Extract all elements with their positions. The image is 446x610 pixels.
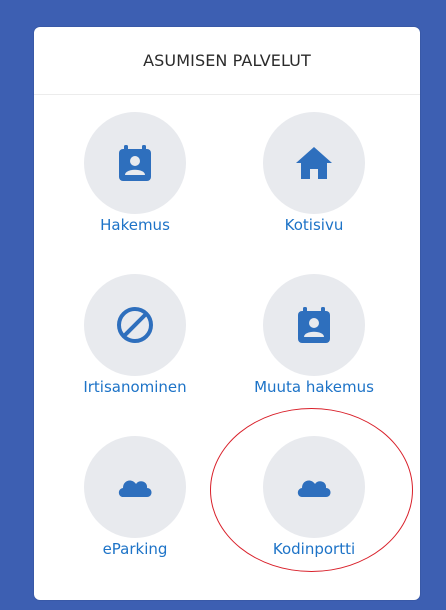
tile-irtisanominen[interactable]: Irtisanominen: [55, 274, 215, 404]
tile-kotisivu[interactable]: Kotisivu: [234, 112, 394, 242]
tile-label: Hakemus: [100, 216, 170, 234]
prohibited-icon: [117, 307, 153, 343]
calendar-user-icon: [298, 307, 330, 343]
tile-label: Irtisanominen: [83, 378, 187, 396]
card-title: ASUMISEN PALVELUT: [143, 51, 311, 70]
icon-circle: [263, 112, 365, 214]
icon-circle: [84, 112, 186, 214]
cloud-icon: [297, 480, 331, 497]
icon-circle: [84, 436, 186, 538]
tile-eparking[interactable]: eParking: [55, 436, 215, 566]
title-divider: [34, 94, 420, 95]
tile-muuta-hakemus[interactable]: Muuta hakemus: [234, 274, 394, 404]
tile-label: Muuta hakemus: [254, 378, 374, 396]
tile-label: eParking: [102, 540, 168, 558]
home-icon: [296, 147, 332, 179]
icon-circle: [84, 274, 186, 376]
icon-circle: [263, 436, 365, 538]
tile-kodinportti[interactable]: Kodinportti: [234, 436, 394, 566]
tile-label: Kotisivu: [284, 216, 344, 234]
calendar-user-icon: [119, 145, 151, 181]
tile-label: Kodinportti: [272, 540, 356, 558]
icon-circle: [263, 274, 365, 376]
cloud-icon: [118, 480, 152, 497]
services-card: ASUMISEN PALVELUT Hakemus Kotisivu Irtis…: [34, 27, 420, 600]
tile-hakemus[interactable]: Hakemus: [55, 112, 215, 242]
